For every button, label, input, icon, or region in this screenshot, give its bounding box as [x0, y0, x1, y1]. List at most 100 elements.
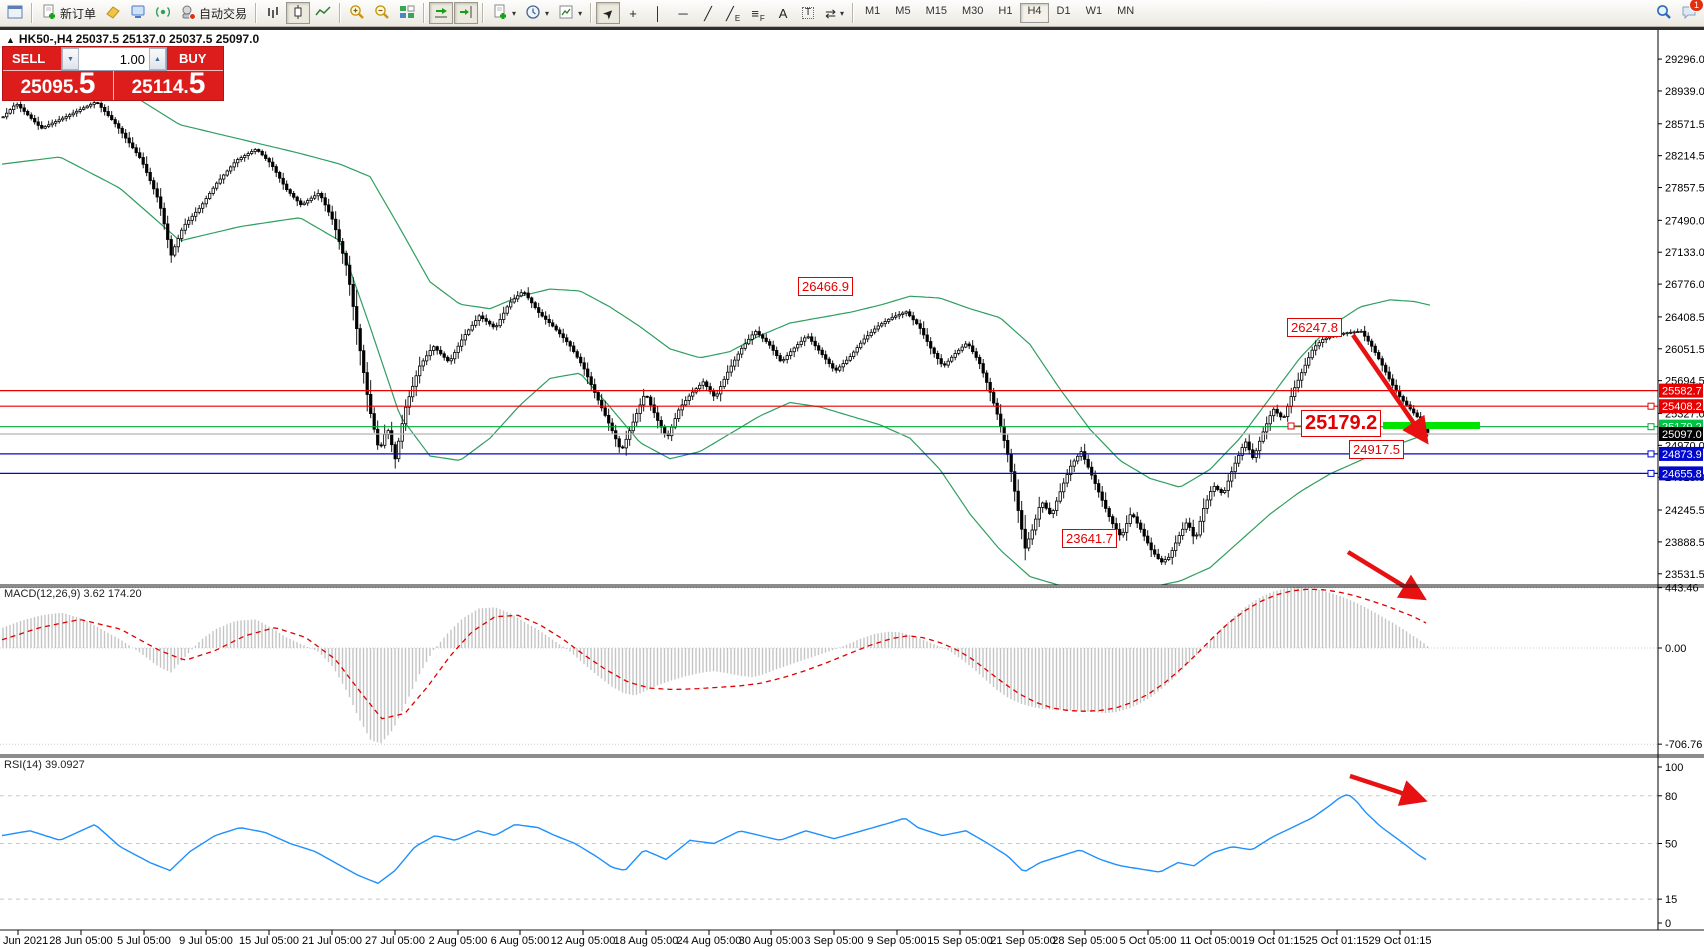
candlestick-button[interactable]	[286, 2, 310, 24]
bar-chart-icon	[265, 4, 281, 23]
chart-shift-icon	[458, 4, 474, 23]
trend-arrow[interactable]	[1348, 552, 1420, 596]
layout-icon[interactable]	[101, 2, 125, 24]
date-axis-label: 5 Jul 05:00	[117, 935, 171, 947]
horizontal-line-icon: ─	[678, 7, 687, 20]
sell-button[interactable]: SELL	[3, 47, 61, 71]
text-button[interactable]: A	[771, 2, 795, 24]
market-watch-icon[interactable]	[126, 2, 150, 24]
volume-decrease-button[interactable]: ▼	[62, 48, 79, 70]
price-annotation[interactable]: 26466.9	[798, 277, 853, 296]
timeframe-button-m30[interactable]: M30	[955, 3, 990, 23]
date-axis-label: 18 Aug 05:00	[614, 935, 679, 947]
rsi-axis-tick: 15	[1665, 894, 1677, 906]
templates-icon	[558, 4, 574, 23]
macd-axis-tick: 0.00	[1665, 643, 1686, 655]
line-chart-icon	[315, 4, 331, 23]
zoom-in-button[interactable]	[345, 2, 369, 24]
buy-price[interactable]: 25114.5	[113, 71, 223, 100]
timeframe-button-h1[interactable]: H1	[991, 3, 1019, 23]
timeframe-button-m15[interactable]: M15	[919, 3, 954, 23]
price-annotation[interactable]: 23641.7	[1062, 529, 1117, 548]
fibonacci-button[interactable]: ≡F	[746, 2, 770, 24]
price-annotation[interactable]: 24917.5	[1349, 440, 1404, 459]
timeframe-button-h4[interactable]: H4	[1020, 3, 1048, 23]
date-axis-label: 3 Sep 05:00	[804, 935, 863, 947]
dropdown-caret-icon[interactable]: ▾	[512, 9, 516, 18]
crosshair-button[interactable]: +	[621, 2, 645, 24]
mt4-application: 新订单 自动交易 ▾ ▾ ▾ ➤ + │ ─ ╱╱E≡F A T ⇄▾ M1M5M15M30H1H4D1W…	[0, 0, 1704, 947]
sell-price[interactable]: 25095.5	[3, 71, 113, 100]
timeframe-button-mn[interactable]: MN	[1110, 3, 1141, 23]
chart-canvas[interactable]: 29296.028939.028571.528214.527857.527490…	[0, 0, 1704, 947]
trendline-button[interactable]: ╱	[696, 2, 720, 24]
timeframe-button-d1[interactable]: D1	[1050, 3, 1078, 23]
rsi-indicator-label: RSI(14) 39.0927	[4, 759, 85, 771]
chart-window-icon[interactable]	[3, 2, 27, 24]
chart-header: ▲HK50-,H4 25037.5 25137.0 25037.5 25097.…	[6, 32, 259, 46]
date-axis-label: 5 Oct 05:00	[1120, 935, 1177, 947]
price-axis-tick: 27133.0	[1665, 247, 1704, 259]
bar-chart-button[interactable]	[261, 2, 285, 24]
text-label-button[interactable]: T	[796, 2, 820, 24]
date-axis-label: 15 Sep 05:00	[927, 935, 992, 947]
price-axis-tick: 28571.5	[1665, 119, 1704, 131]
rsi-axis-tick: 80	[1665, 791, 1677, 803]
support-zone[interactable]	[1383, 422, 1480, 429]
text-icon: A	[779, 7, 788, 20]
macd-axis-tick: -706.76	[1665, 739, 1702, 751]
toolbar: 新订单 自动交易 ▾ ▾ ▾ ➤ + │ ─ ╱╱E≡F A T ⇄▾ M1M5M15M30H1H4D1W…	[0, 0, 1704, 27]
price-axis-tick: 27857.5	[1665, 183, 1704, 195]
signal-icon[interactable]	[151, 2, 175, 24]
channel-button[interactable]: ╱E	[721, 2, 745, 24]
zoom-out-button[interactable]	[370, 2, 394, 24]
chart-shift-button[interactable]	[454, 2, 478, 24]
date-axis-label: 29 Oct 01:15	[1369, 935, 1432, 947]
crosshair-icon: +	[629, 7, 637, 20]
timeframe-button-w1[interactable]: W1	[1079, 3, 1110, 23]
price-axis-tick: 24245.5	[1665, 505, 1704, 517]
vertical-line-button[interactable]: │	[646, 2, 670, 24]
volume-increase-button[interactable]: ▲	[149, 48, 166, 70]
cursor-button[interactable]: ➤	[596, 2, 620, 24]
date-axis-label: 28 Sep 05:00	[1052, 935, 1117, 947]
collapse-icon[interactable]: ▲	[6, 35, 15, 45]
date-axis-label: 2 Aug 05:00	[429, 935, 488, 947]
zoom-out-icon	[374, 4, 390, 23]
price-axis-tick: 28214.5	[1665, 151, 1704, 163]
new-order-button-label: 新订单	[60, 5, 96, 22]
notifications-button[interactable]: 1	[1677, 2, 1701, 24]
date-axis-label: 9 Jul 05:00	[179, 935, 233, 947]
dropdown-caret-icon[interactable]: ▾	[840, 9, 844, 18]
timeframe-button-m1[interactable]: M1	[858, 3, 887, 23]
auto-trading-button[interactable]: 自动交易	[176, 2, 251, 24]
macd-indicator-label: MACD(12,26,9) 3.62 174.20	[4, 588, 142, 600]
periods-icon	[525, 4, 541, 23]
new-order-button[interactable]: 新订单	[37, 2, 100, 24]
price-axis-tick: 23888.5	[1665, 537, 1704, 549]
dropdown-caret-icon[interactable]: ▾	[578, 9, 582, 18]
line-chart-button[interactable]	[311, 2, 335, 24]
price-axis-tick: 27490.0	[1665, 215, 1704, 227]
price-annotation[interactable]: 25179.2	[1301, 410, 1381, 437]
dropdown-caret-icon[interactable]: ▾	[545, 9, 549, 18]
periods-button[interactable]: ▾	[521, 2, 553, 24]
templates-button[interactable]: ▾	[554, 2, 586, 24]
search-button[interactable]	[1652, 2, 1676, 24]
date-axis-label: 25 Oct 01:15	[1306, 935, 1369, 947]
date-axis-label: 21 Jul 05:00	[302, 935, 362, 947]
date-axis-label: 21 Sep 05:00	[990, 935, 1055, 947]
cursor-icon: ➤	[600, 5, 617, 22]
arrows-button[interactable]: ⇄▾	[821, 2, 848, 24]
tile-windows-button[interactable]	[395, 2, 419, 24]
timeframe-button-m5[interactable]: M5	[888, 3, 917, 23]
auto-scroll-button[interactable]	[429, 2, 453, 24]
price-axis-tick: 23531.5	[1665, 569, 1704, 581]
horizontal-line-button[interactable]: ─	[671, 2, 695, 24]
text-label-icon: T	[802, 7, 814, 19]
indicators-button[interactable]: ▾	[488, 2, 520, 24]
price-annotation[interactable]: 26247.8	[1287, 318, 1342, 337]
date-axis-label: 6 Aug 05:00	[491, 935, 550, 947]
price-axis-tick: 26051.5	[1665, 344, 1704, 356]
toolbar-separator	[255, 3, 257, 23]
